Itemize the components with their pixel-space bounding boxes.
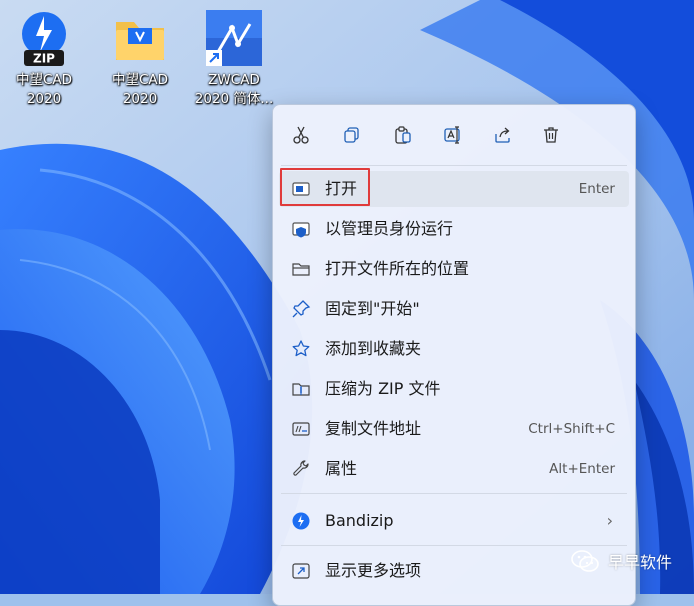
menu-item-label: 打开文件所在的位置 [325,259,470,278]
highlight-box [280,168,370,206]
delete-button[interactable] [537,121,565,149]
paste-icon [395,126,411,144]
menu-item-add-to-favorites[interactable]: 添加到收藏夹 [279,331,629,367]
menu-item-pin-to-start[interactable]: 固定到"开始" [279,291,629,327]
cut-button[interactable] [287,121,315,149]
menu-item-label: 显示更多选项 [325,561,422,580]
menu-item-label: 固定到"开始" [325,299,420,318]
copy-button[interactable] [338,121,366,149]
menu-item-label: 压缩为 ZIP 文件 [325,379,441,398]
bandizip-icon [292,512,310,530]
menu-item-label: 添加到收藏夹 [325,339,422,358]
menu-item-copy-path[interactable]: 复制文件地址 Ctrl+Shift+C [279,411,629,447]
folder-icon [110,8,170,68]
menu-item-properties[interactable]: 属性 Alt+Enter [279,451,629,487]
menu-item-label: Bandizip [325,511,394,530]
chevron-right-icon: › [606,511,613,530]
menu-item-label: 复制文件地址 [325,419,422,438]
watermark-text: 早早软件 [608,553,673,572]
menu-item-open-file-location[interactable]: 打开文件所在的位置 [279,251,629,287]
copy-icon [344,127,359,143]
delete-icon [544,127,558,143]
menu-item-shortcut: Enter [578,181,615,197]
menu-item-label: 以管理员身份运行 [325,219,454,238]
menu-item-compress-zip[interactable]: 压缩为 ZIP 文件 [279,371,629,407]
paste-button[interactable] [389,121,417,149]
desktop-icon-label: 中望CAD 2020 [15,72,73,107]
folder-icon [292,263,310,276]
rename-icon [444,126,460,144]
menu-item-bandizip[interactable]: Bandizip › [279,503,629,539]
zip-icon [292,383,310,396]
menu-item-shortcut: Ctrl+Shift+C [528,421,615,437]
svg-text:ZIP: ZIP [33,52,55,66]
share-button[interactable] [489,121,517,149]
watermark: 早早软件 [570,548,672,574]
wechat-icon [571,550,599,572]
menu-separator [281,493,627,494]
toolbar-separator [281,165,627,166]
wrench-icon [293,460,309,476]
share-icon [495,127,510,143]
menu-item-run-as-admin[interactable]: 以管理员身份运行 [279,211,629,247]
menu-item-shortcut: Alt+Enter [549,461,615,477]
rename-button[interactable] [439,121,467,149]
desktop-icon-label: ZWCAD 2020 简体... [194,72,274,107]
copy-path-icon [292,422,310,436]
desktop-icon-folder[interactable]: 中望CAD 2020 [98,8,182,109]
menu-item-label: 属性 [325,459,358,478]
context-menu-toolbar [273,105,635,165]
desktop-icon-label: 中望CAD 2020 [111,72,169,107]
zip-app-icon: ZIP [14,8,74,68]
cut-icon [293,126,309,144]
more-options-icon [292,563,310,579]
desktop-icon-zwcad-shortcut[interactable]: ZWCAD 2020 简体... [192,8,276,109]
desktop-icon-zip-app[interactable]: ZIP 中望CAD 2020 [2,8,86,109]
zwcad-app-icon [204,8,264,68]
menu-separator [281,545,627,546]
shield-icon [292,222,310,238]
star-icon [292,340,310,357]
pin-icon [292,300,311,318]
